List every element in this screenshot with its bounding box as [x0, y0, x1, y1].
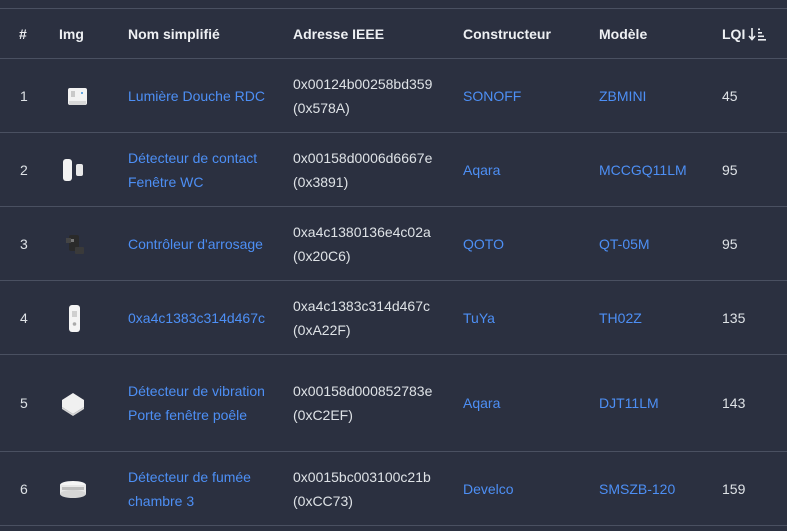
manufacturer-link[interactable]: SONOFF: [463, 59, 583, 132]
lqi-value: 159: [722, 480, 746, 497]
sort-descending-icon[interactable]: [748, 27, 767, 41]
device-name-link[interactable]: Contrôleur d'arrosage: [128, 207, 278, 280]
manufacturer-link[interactable]: QOTO: [463, 207, 583, 280]
lqi-value: 95: [722, 235, 738, 252]
row-num: 3: [20, 235, 28, 252]
ieee-address: 0x0015bc003100c21b (0xCC73): [293, 468, 431, 509]
device-name-link[interactable]: 0xa4c1383c314d467c: [128, 281, 278, 354]
lqi-value: 95: [722, 161, 738, 178]
table-row: 6 Détecteur de fumée chambre 3 0x0015bc0…: [0, 452, 787, 526]
table-row: 3 Contrôleur d'arrosage 0xa4c1380136e4c0…: [0, 207, 787, 281]
ieee-address: 0x00158d000852783e (0xC2EF): [293, 383, 433, 423]
lqi-value: 45: [722, 87, 738, 104]
table-header-row: # Img Nom simplifié Adresse IEEE Constru…: [0, 9, 787, 59]
contact-sensor-icon: [56, 133, 96, 206]
lqi-value: 143: [722, 395, 746, 411]
header-lqi[interactable]: LQI: [722, 9, 782, 58]
manufacturer-link[interactable]: Develco: [463, 452, 583, 525]
device-name-link[interactable]: Lumière Douche RDC: [128, 59, 278, 132]
model-link[interactable]: ZBMINI: [599, 59, 709, 132]
model-link[interactable]: SMSZB-120: [599, 452, 709, 525]
row-num: 1: [20, 87, 28, 104]
lqi-value: 135: [722, 309, 746, 326]
manufacturer-link[interactable]: TuYa: [463, 281, 583, 354]
vibration-sensor-icon: [56, 355, 96, 451]
ieee-address: 0xa4c1383c314d467c (0xA22F): [293, 297, 431, 338]
row-num: 6: [20, 480, 28, 497]
header-manufacturer[interactable]: Constructeur: [463, 9, 583, 58]
header-num[interactable]: #: [19, 9, 49, 58]
table-row: 2 Détecteur de contact Fenêtre WC 0x0015…: [0, 133, 787, 207]
row-num: 2: [20, 161, 28, 178]
header-ieee[interactable]: Adresse IEEE: [293, 9, 453, 58]
model-link[interactable]: QT-05M: [599, 207, 709, 280]
ieee-address: 0x00158d0006d6667e (0x3891): [293, 149, 433, 190]
table-row: 5 Détecteur de vibration Porte fenêtre p…: [0, 355, 787, 452]
sonoff-switch-icon: [56, 59, 96, 132]
table-row: 4 0xa4c1383c314d467c 0xa4c1383c314d467c(…: [0, 281, 787, 355]
table-row: 1 Lumière Douche RDC 0x00124b00258bd359(…: [0, 59, 787, 133]
row-num: 5: [20, 395, 28, 411]
row-num: 4: [20, 309, 28, 326]
water-valve-icon: [56, 207, 96, 280]
ieee-address: 0x00124b00258bd359 (0x578A): [293, 75, 433, 116]
header-model[interactable]: Modèle: [599, 9, 709, 58]
model-link[interactable]: MCCGQ11LM: [599, 133, 709, 206]
ieee-address: 0xa4c1380136e4c02a (0x20C6): [293, 223, 431, 264]
device-name-link[interactable]: Détecteur de vibration Porte fenêtre poê…: [128, 355, 278, 451]
temperature-sensor-icon: [56, 281, 96, 354]
device-name-link[interactable]: Détecteur de contact Fenêtre WC: [128, 133, 278, 206]
model-link[interactable]: TH02Z: [599, 281, 709, 354]
manufacturer-link[interactable]: Aqara: [463, 133, 583, 206]
header-img[interactable]: Img: [59, 9, 99, 58]
model-link[interactable]: DJT11LM: [599, 355, 709, 451]
manufacturer-link[interactable]: Aqara: [463, 355, 583, 451]
smoke-detector-icon: [56, 452, 96, 525]
device-name-link[interactable]: Détecteur de fumée chambre 3: [128, 452, 278, 525]
header-name[interactable]: Nom simplifié: [128, 9, 278, 58]
